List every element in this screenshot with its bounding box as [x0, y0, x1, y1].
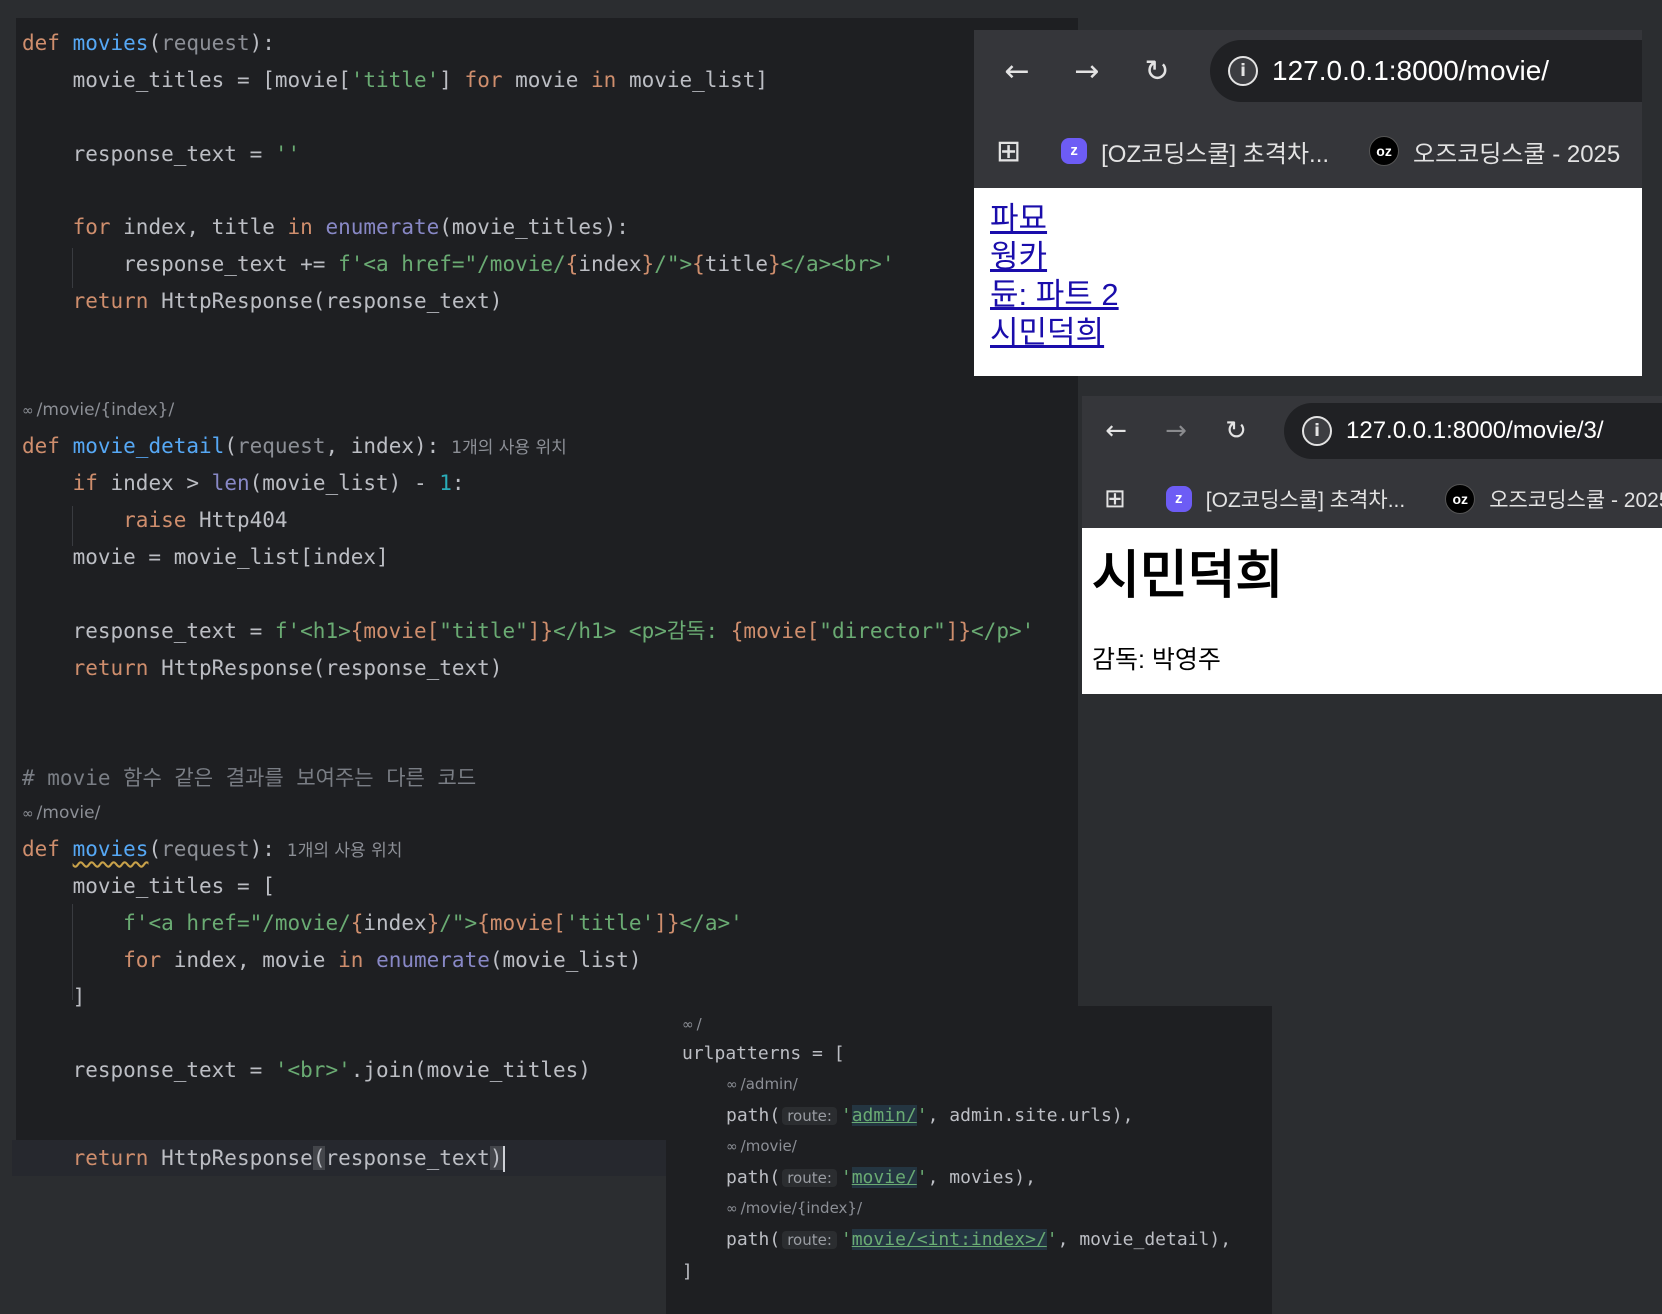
code-line[interactable]: path(route:'admin/', admin.site.urls), — [726, 1102, 1134, 1130]
code-line[interactable]: movie_titles = [movie['title'] for movie… — [22, 65, 768, 95]
route-param-hint: route: — [782, 1107, 837, 1125]
route-hint[interactable]: ∞/movie/{index}/ — [726, 1196, 862, 1221]
reload-icon[interactable]: ↻ — [1122, 54, 1192, 89]
usage-count-hint[interactable]: 1개의 사용 위치 — [451, 438, 566, 458]
endpoint-link-icon: ∞ — [682, 1017, 694, 1033]
address-url[interactable]: 127.0.0.1:8000/movie/ — [1272, 55, 1549, 87]
code-line[interactable]: def movies(request): 1개의 사용 위치 — [22, 834, 402, 866]
code-line[interactable]: movie_titles = [ — [22, 871, 275, 901]
code-line[interactable]: return HttpResponse(response_text) — [22, 286, 503, 316]
bookmarks-bar: ⊞ z [OZ코딩스쿨] 초격차... oz 오즈코딩스쿨 - 2025 — [1082, 474, 1662, 524]
oz-circle-icon: oz — [1369, 136, 1400, 166]
text-caret — [502, 1146, 505, 1172]
code-line-current[interactable]: return HttpResponse(response_text) — [22, 1143, 505, 1173]
route-param-hint: route: — [782, 1169, 837, 1187]
route-string[interactable]: admin/ — [851, 1105, 917, 1126]
code-line[interactable]: def movies(request): — [22, 28, 275, 58]
code-line[interactable]: f'<a href="/movie/{index}/">{movie['titl… — [22, 908, 743, 938]
route-hint[interactable]: ∞ / — [682, 1012, 702, 1037]
bookmarks-bar: ⊞ z [OZ코딩스쿨] 초격차... oz 오즈코딩스쿨 - 2025 — [974, 126, 1642, 176]
browser-window-movie-detail: ← → ↻ i 127.0.0.1:8000/movie/3/ ⊞ z [OZ코… — [1082, 396, 1662, 694]
apps-grid-icon[interactable]: ⊞ — [1104, 484, 1126, 514]
movie-link[interactable]: 듄: 파트 2 — [990, 276, 1626, 314]
route-hint[interactable]: ∞/movie/{index}/ — [22, 398, 174, 423]
bookmark-oz-school[interactable]: oz 오즈코딩스쿨 - 2025 — [1445, 484, 1662, 514]
code-line[interactable]: for index, title in enumerate(movie_titl… — [22, 212, 629, 242]
site-info-icon[interactable]: i — [1302, 416, 1332, 446]
code-line[interactable]: def movie_detail(request, index): 1개의 사용 … — [22, 431, 567, 463]
address-bar[interactable]: i 127.0.0.1:8000/movie/3/ — [1284, 403, 1662, 459]
code-line[interactable]: response_text = '<br>'.join(movie_titles… — [22, 1055, 591, 1085]
route-hint[interactable]: ∞/movie/ — [726, 1134, 797, 1159]
movie-link[interactable]: 파묘 — [990, 200, 1626, 238]
code-line[interactable]: urlpatterns = [ — [682, 1040, 845, 1068]
movie-link[interactable]: 웡카 — [990, 238, 1626, 276]
code-comment[interactable]: # movie 함수 같은 결과를 보여주는 다른 코드 — [22, 763, 476, 793]
movie-director: 감독: 박영주 — [1092, 646, 1221, 674]
code-line[interactable]: path(route:'movie/', movies), — [726, 1164, 1036, 1192]
main-code-editor[interactable]: def movies(request): movie_titles = [mov… — [12, 18, 1078, 1176]
oz-hexagon-icon: z — [1061, 138, 1088, 164]
endpoint-link-icon: ∞ — [726, 1201, 738, 1217]
forward-arrow-icon[interactable]: → — [1052, 54, 1122, 89]
movie-link[interactable]: 시민덕희 — [990, 314, 1626, 352]
code-line[interactable]: if index > len(movie_list) - 1: — [22, 468, 465, 498]
oz-circle-icon: oz — [1445, 484, 1476, 514]
code-line[interactable]: response_text += f'<a href="/movie/{inde… — [22, 249, 894, 279]
browser-window-movie-list: ← → ↻ i 127.0.0.1:8000/movie/ ⊞ z [OZ코딩스… — [974, 30, 1642, 376]
bookmark-oz-course[interactable]: z [OZ코딩스쿨] 초격차... — [1165, 484, 1405, 514]
route-string[interactable]: movie/<int:index>/ — [851, 1229, 1047, 1250]
back-arrow-icon[interactable]: ← — [1086, 416, 1146, 446]
gutter — [12, 18, 16, 1174]
back-arrow-icon[interactable]: ← — [982, 54, 1052, 89]
endpoint-link-icon: ∞ — [22, 806, 34, 822]
code-line[interactable]: for index, movie in enumerate(movie_list… — [22, 945, 641, 975]
oz-hexagon-icon: z — [1165, 486, 1192, 512]
code-line[interactable]: response_text = '' — [22, 139, 301, 169]
browser-toolbar: ← → ↻ i 127.0.0.1:8000/movie/ — [974, 30, 1642, 112]
endpoint-link-icon: ∞ — [726, 1077, 738, 1093]
route-hint[interactable]: ∞/movie/ — [22, 801, 100, 826]
page-viewport: 시민덕희 감독: 박영주 — [1082, 528, 1662, 694]
code-line[interactable]: raise Http404 — [22, 505, 287, 535]
address-url[interactable]: 127.0.0.1:8000/movie/3/ — [1346, 417, 1604, 445]
endpoint-link-icon: ∞ — [726, 1139, 738, 1155]
apps-grid-icon[interactable]: ⊞ — [996, 134, 1021, 169]
site-info-icon[interactable]: i — [1228, 56, 1258, 86]
route-string[interactable]: movie/ — [851, 1167, 917, 1188]
forward-arrow-icon[interactable]: → — [1146, 416, 1206, 446]
bookmark-oz-course[interactable]: z [OZ코딩스쿨] 초격차... — [1061, 134, 1329, 169]
page-viewport: 파묘 웡카 듄: 파트 2 시민덕희 — [974, 188, 1642, 376]
bookmark-oz-school[interactable]: oz 오즈코딩스쿨 - 2025 — [1369, 134, 1620, 169]
browser-toolbar: ← → ↻ i 127.0.0.1:8000/movie/3/ — [1082, 396, 1662, 466]
code-line[interactable]: return HttpResponse(response_text) — [22, 653, 503, 683]
address-bar[interactable]: i 127.0.0.1:8000/movie/ — [1210, 40, 1642, 102]
route-hint[interactable]: ∞/admin/ — [726, 1072, 798, 1097]
urls-code-editor[interactable]: ∞ / urlpatterns = [ ∞/admin/ path(route: '… — [666, 1006, 1272, 1314]
code-line[interactable]: ] — [22, 982, 86, 1012]
movie-title-heading: 시민덕희 — [1092, 547, 1284, 605]
code-line[interactable]: movie = movie_list[index] — [22, 542, 389, 572]
code-line[interactable]: response_text = f'<h1>{movie["title"]}</… — [22, 616, 1035, 646]
endpoint-link-icon: ∞ — [22, 403, 34, 419]
usage-count-hint[interactable]: 1개의 사용 위치 — [287, 841, 402, 861]
code-line[interactable]: path(route:'movie/<int:index>/', movie_d… — [726, 1226, 1231, 1254]
route-param-hint: route: — [782, 1231, 837, 1249]
reload-icon[interactable]: ↻ — [1206, 416, 1266, 446]
code-line[interactable]: ] — [682, 1258, 693, 1286]
